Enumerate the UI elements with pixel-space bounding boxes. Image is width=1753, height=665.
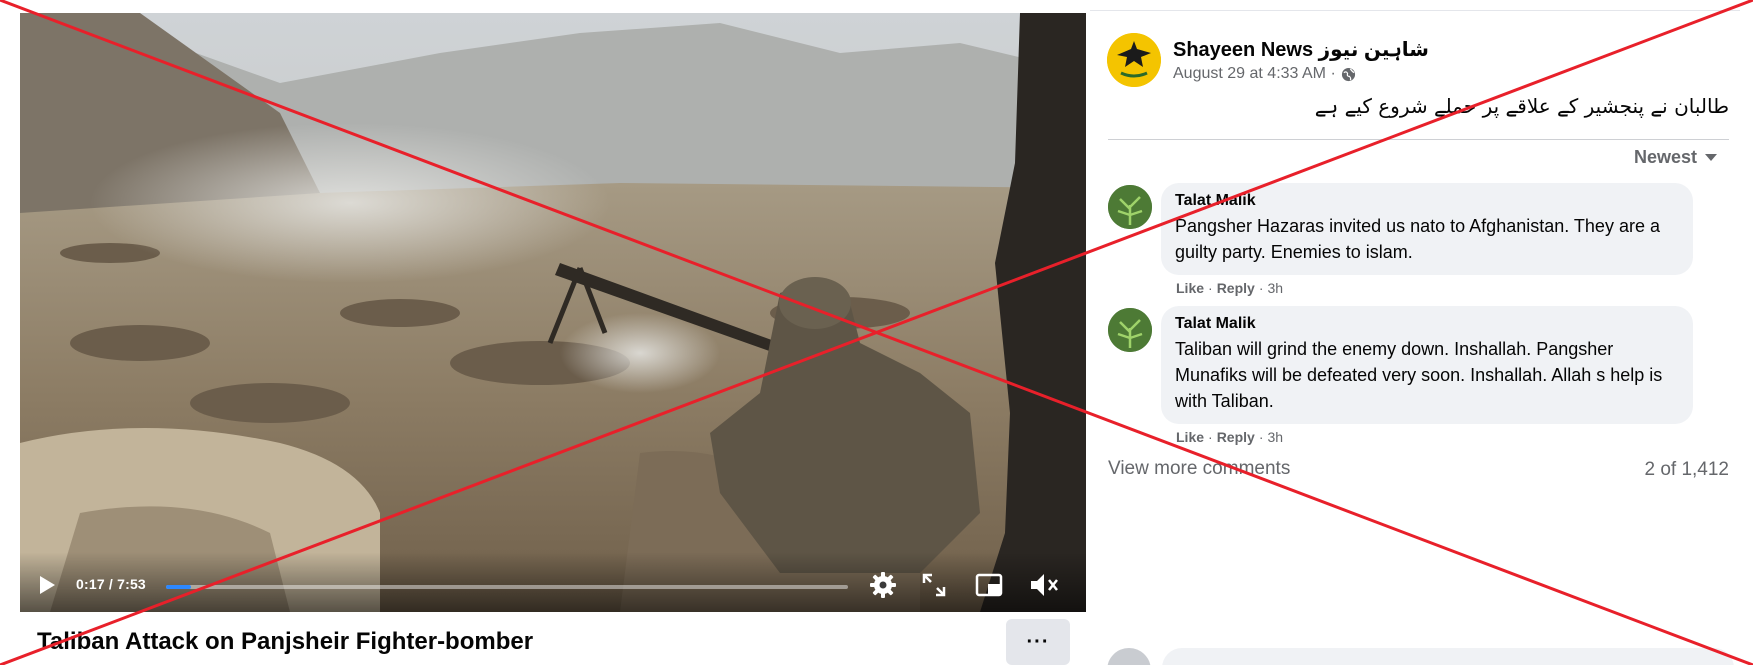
video-player[interactable]: 0:17 / 7:53 — [20, 13, 1086, 612]
post-text: طالبان نے پنجشیر کے علاقے پر حملے شروع ک… — [1314, 94, 1729, 118]
dot-separator: · — [1258, 280, 1264, 296]
mute-button[interactable] — [1028, 570, 1060, 600]
sort-label: Newest — [1634, 147, 1698, 167]
divider — [1108, 139, 1729, 140]
comment-author[interactable]: Talat Malik — [1175, 315, 1679, 333]
page-avatar[interactable] — [1107, 33, 1161, 87]
globe-icon — [1341, 67, 1355, 81]
plant-avatar-icon — [1108, 308, 1152, 352]
plant-avatar-icon — [1108, 185, 1152, 229]
comment-sort-dropdown[interactable]: Newest — [1634, 147, 1718, 168]
comment-actions: Like · Reply · 3h — [1176, 429, 1283, 445]
comment-time[interactable]: 3h — [1267, 429, 1283, 445]
expand-icon — [922, 573, 946, 597]
comment-text: Pangsher Hazaras invited us nato to Afgh… — [1175, 216, 1660, 262]
pip-icon — [975, 573, 1003, 597]
more-options-button[interactable]: ··· — [1006, 619, 1070, 665]
eagle-logo-icon — [1107, 33, 1161, 87]
reply-button[interactable]: Reply — [1217, 280, 1255, 296]
comment-input[interactable] — [1162, 648, 1734, 665]
top-divider — [1090, 10, 1740, 11]
comment-author[interactable]: Talat Malik — [1175, 192, 1679, 210]
commenter-avatar[interactable] — [1108, 185, 1152, 229]
dot-separator: · — [1258, 429, 1264, 445]
view-more-comments-link[interactable]: View more comments — [1108, 458, 1290, 480]
post-meta: August 29 at 4:33 AM · — [1173, 65, 1356, 83]
progress-fill — [166, 585, 191, 589]
comment-bubble: Talat Malik Pangsher Hazaras invited us … — [1161, 183, 1693, 275]
comment-bubble: Talat Malik Taliban will grind the enemy… — [1161, 306, 1693, 424]
settings-button[interactable] — [868, 570, 898, 600]
fullscreen-button[interactable] — [920, 571, 948, 599]
gear-icon — [870, 572, 896, 598]
post-date[interactable]: August 29 at 4:33 AM · — [1173, 65, 1336, 83]
page-name[interactable]: Shayeen News شاہین نیوز — [1173, 37, 1429, 62]
like-button[interactable]: Like — [1176, 429, 1204, 445]
speaker-muted-icon — [1031, 574, 1058, 596]
dot-separator: · — [1208, 280, 1213, 296]
play-button[interactable] — [36, 574, 58, 596]
user-avatar[interactable] — [1107, 648, 1151, 665]
play-icon — [40, 576, 55, 594]
video-title: Taliban Attack on Panjsheir Fighter-bomb… — [37, 628, 534, 655]
video-time: 0:17 / 7:53 — [76, 576, 146, 592]
progress-bar[interactable] — [166, 585, 848, 589]
comment-actions: Like · Reply · 3h — [1176, 280, 1283, 296]
comment-text: Taliban will grind the enemy down. Insha… — [1175, 339, 1663, 411]
dot-separator: · — [1208, 429, 1213, 445]
reply-button[interactable]: Reply — [1217, 429, 1255, 445]
commenter-avatar[interactable] — [1108, 308, 1152, 352]
picture-in-picture-button[interactable] — [974, 570, 1004, 600]
caret-down-icon — [1705, 154, 1718, 161]
like-button[interactable]: Like — [1176, 280, 1204, 296]
comment-count: 2 of 1,412 — [1644, 459, 1729, 480]
video-controls: 0:17 / 7:53 — [20, 552, 1086, 612]
video-frame — [20, 13, 1086, 612]
comment-time[interactable]: 3h — [1267, 280, 1283, 296]
